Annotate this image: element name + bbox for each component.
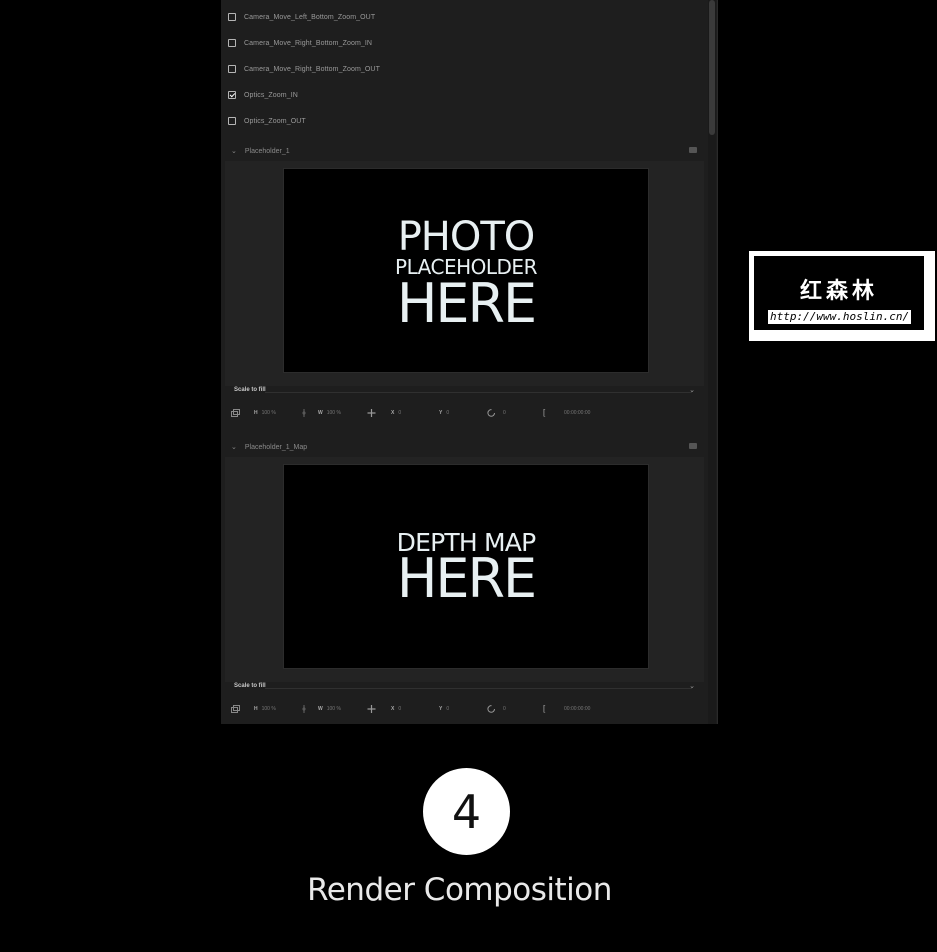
keyframe-marker-icon[interactable]: [	[543, 701, 545, 717]
chevron-down-icon[interactable]: ⌄	[231, 443, 237, 451]
option-row[interactable]: Camera_Move_Left_Bottom_Zoom_OUT	[228, 10, 375, 24]
x-field[interactable]: X0	[391, 701, 401, 717]
watermark-logo: 红森林 http://www.hoslin.cn/	[749, 251, 935, 341]
filmstrip-icon[interactable]	[689, 147, 697, 153]
width-label: W	[318, 706, 323, 712]
y-label: Y	[439, 706, 443, 712]
option-checkbox-checked[interactable]	[228, 91, 236, 99]
watermark-inner: 红森林 http://www.hoslin.cn/	[754, 256, 924, 330]
option-row[interactable]: Camera_Move_Right_Bottom_Zoom_OUT	[228, 62, 380, 76]
watermark-title: 红森林	[799, 279, 878, 304]
section-header-placeholder-1[interactable]: ⌄ Placeholder_1	[221, 141, 709, 161]
option-label: Optics_Zoom_IN	[244, 91, 298, 99]
transform-controls: H 100 % W 100 % X0 Y0 0 [ 00:00:00:00	[221, 701, 709, 717]
timecode[interactable]: 00:00:00:00	[564, 405, 590, 421]
rotate-icon[interactable]	[487, 705, 496, 713]
x-value: 0	[398, 410, 402, 416]
width-label: W	[318, 410, 323, 416]
timecode[interactable]: 00:00:00:00	[564, 701, 590, 717]
option-label: Camera_Move_Right_Bottom_Zoom_IN	[244, 39, 373, 47]
option-checkbox[interactable]	[228, 39, 236, 47]
width-field[interactable]: W 100 %	[318, 405, 341, 421]
chevron-down-icon[interactable]: ⌄	[689, 386, 695, 394]
height-value: 100 %	[261, 706, 276, 712]
rotate-icon[interactable]	[487, 409, 496, 417]
rotation-value[interactable]: 0	[503, 701, 506, 717]
scrollbar-thumb[interactable]	[709, 0, 715, 135]
option-label: Camera_Move_Left_Bottom_Zoom_OUT	[244, 13, 376, 21]
depth-map-preview[interactable]: DEPTH MAP HERE	[283, 464, 649, 669]
option-row[interactable]: Camera_Move_Right_Bottom_Zoom_IN	[228, 36, 372, 50]
option-checkbox[interactable]	[228, 13, 236, 21]
y-field[interactable]: Y0	[439, 701, 449, 717]
fit-icon[interactable]	[231, 705, 240, 713]
filmstrip-icon[interactable]	[689, 443, 697, 449]
height-label: H	[254, 706, 258, 712]
height-label: H	[254, 410, 258, 416]
x-label: X	[391, 706, 395, 712]
section-title: Placeholder_1_Map	[244, 443, 308, 451]
watermark-url: http://www.hoslin.cn/	[768, 310, 912, 324]
option-checkbox[interactable]	[228, 117, 236, 125]
option-label: Optics_Zoom_OUT	[244, 117, 306, 125]
preview-text-line: HERE	[396, 547, 537, 610]
option-label: Camera_Move_Right_Bottom_Zoom_OUT	[244, 65, 380, 73]
move-icon[interactable]	[367, 705, 376, 713]
height-field[interactable]: H 100 %	[254, 701, 276, 717]
y-value: 0	[446, 410, 450, 416]
x-label: X	[391, 410, 395, 416]
preview-text-line: HERE	[396, 272, 537, 335]
rotation-value[interactable]: 0	[503, 405, 506, 421]
option-checkbox[interactable]	[228, 65, 236, 73]
scale-mode-select[interactable]: Scale to fill ⌄	[225, 387, 704, 397]
move-icon[interactable]	[367, 409, 376, 417]
scale-mode-select[interactable]: Scale to fill ⌄	[225, 683, 704, 693]
transform-controls: H 100 % W 100 % X0 Y0 0 [ 00:00:00:00	[221, 405, 709, 421]
width-value: 100 %	[326, 410, 341, 416]
width-field[interactable]: W 100 %	[318, 701, 341, 717]
x-field[interactable]: X0	[391, 405, 401, 421]
option-row[interactable]: Optics_Zoom_IN	[228, 88, 298, 102]
section-title: Placeholder_1	[244, 147, 290, 155]
height-value: 100 %	[261, 410, 276, 416]
panel-scrollbar[interactable]	[708, 0, 716, 724]
preview-text-line: PHOTO	[397, 214, 536, 260]
chevron-down-icon[interactable]: ⌄	[689, 682, 695, 690]
link-icon[interactable]	[300, 409, 309, 417]
fit-icon[interactable]	[231, 409, 240, 417]
divider	[265, 392, 692, 393]
step-number: 4	[451, 784, 482, 839]
y-value: 0	[446, 706, 450, 712]
scale-mode-label: Scale to fill	[234, 683, 266, 689]
y-label: Y	[439, 410, 443, 416]
scale-mode-label: Scale to fill	[234, 387, 266, 393]
option-row[interactable]: Optics_Zoom_OUT	[228, 114, 306, 128]
photo-placeholder-preview[interactable]: PHOTO PLACEHOLDER HERE	[283, 168, 649, 373]
height-field[interactable]: H 100 %	[254, 405, 276, 421]
width-value: 100 %	[326, 706, 341, 712]
step-number-badge: 4	[423, 768, 510, 855]
x-value: 0	[398, 706, 402, 712]
chevron-down-icon[interactable]: ⌄	[231, 147, 237, 155]
step-caption: Render Composition	[307, 872, 612, 908]
section-header-placeholder-1-map[interactable]: ⌄ Placeholder_1_Map	[221, 437, 709, 457]
divider	[265, 688, 692, 689]
keyframe-marker-icon[interactable]: [	[543, 405, 545, 421]
link-icon[interactable]	[300, 705, 309, 713]
y-field[interactable]: Y0	[439, 405, 449, 421]
